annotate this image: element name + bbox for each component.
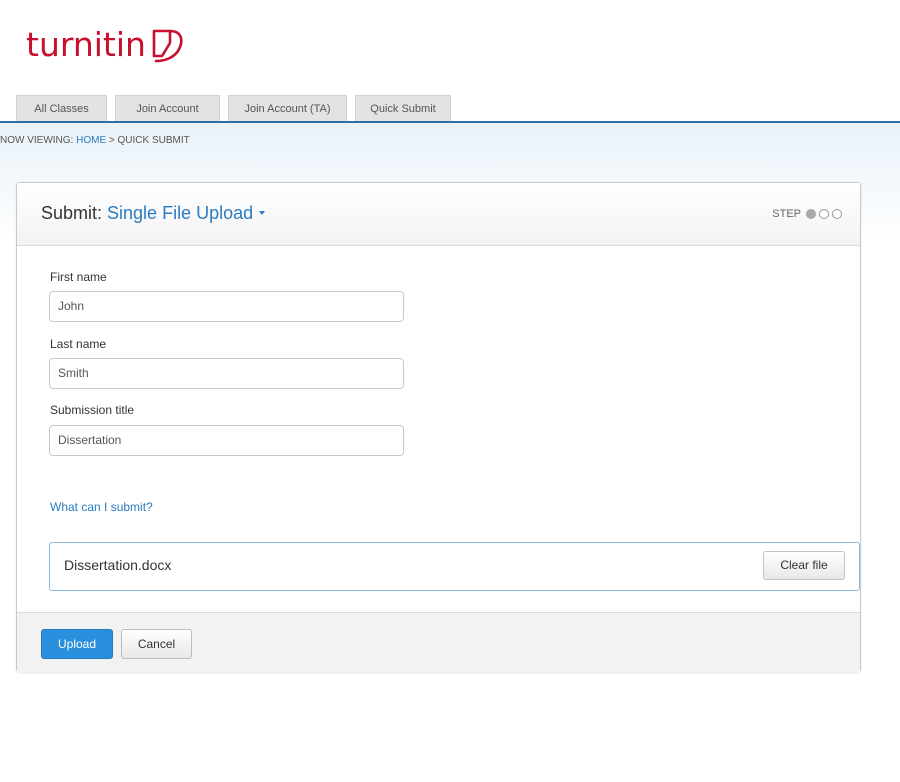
main-nav-tabs: All Classes Join Account Join Account (T… — [16, 95, 451, 121]
first-name-field[interactable]: John — [49, 291, 404, 322]
step-indicator: STEP — [772, 208, 842, 220]
tab-join-account[interactable]: Join Account — [115, 95, 220, 121]
submission-title-field[interactable]: Dissertation — [49, 425, 404, 456]
caret-down-icon — [259, 210, 266, 215]
tab-quick-submit[interactable]: Quick Submit — [355, 95, 451, 121]
step-dot-icon — [819, 209, 829, 219]
selected-file-box: Dissertation.docx Clear file — [49, 542, 860, 591]
submission-title-label: Submission title — [50, 403, 135, 417]
tab-join-account-ta[interactable]: Join Account (TA) — [228, 95, 347, 121]
panel-title-prefix: Submit: — [41, 203, 108, 223]
step-dot-icon — [832, 209, 842, 219]
upload-mode-label: Single File Upload — [107, 203, 254, 223]
breadcrumb-current: QUICK SUBMIT — [117, 135, 190, 146]
logo-text: turnitin — [26, 24, 146, 64]
panel-header: Submit: Single File Upload STEP — [17, 183, 860, 246]
panel-footer: Upload Cancel — [17, 612, 860, 672]
last-name-field[interactable]: Smith — [49, 358, 404, 389]
turnitin-logo-mark-icon — [152, 29, 183, 63]
breadcrumb-separator: > — [106, 135, 118, 146]
panel-title: Submit: Single File Upload — [41, 203, 266, 224]
step-label: STEP — [772, 208, 801, 220]
step-dot-icon — [806, 209, 816, 219]
submit-panel: Submit: Single File Upload STEP First na… — [16, 182, 861, 672]
first-name-label: First name — [50, 270, 107, 284]
tab-all-classes[interactable]: All Classes — [16, 95, 107, 121]
upload-mode-dropdown[interactable]: Single File Upload — [107, 203, 266, 223]
breadcrumb-home-link[interactable]: HOME — [76, 135, 106, 146]
breadcrumb-prefix: NOW VIEWING: — [0, 135, 77, 146]
upload-button[interactable]: Upload — [41, 629, 113, 659]
clear-file-button[interactable]: Clear file — [763, 551, 845, 580]
breadcrumb: NOW VIEWING: HOME > QUICK SUBMIT — [0, 135, 190, 146]
selected-file-name: Dissertation.docx — [64, 557, 172, 573]
what-can-i-submit-link[interactable]: What can I submit? — [50, 500, 153, 514]
last-name-label: Last name — [50, 337, 107, 351]
cancel-button[interactable]: Cancel — [121, 629, 192, 659]
turnitin-logo[interactable]: turnitin — [26, 14, 188, 74]
